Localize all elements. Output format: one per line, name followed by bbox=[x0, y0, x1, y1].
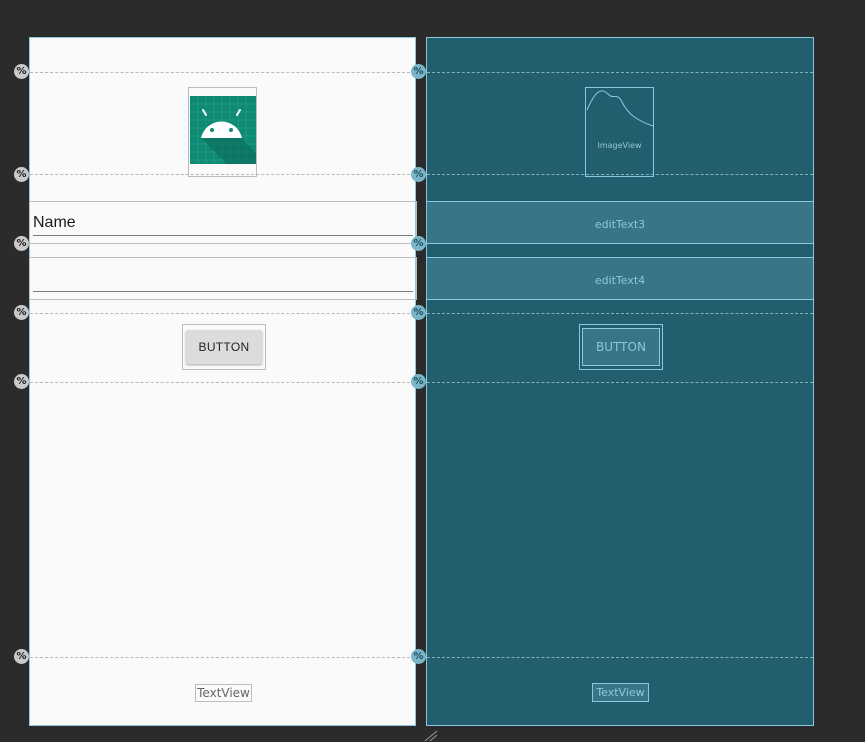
blueprint-button-label: BUTTON bbox=[596, 340, 646, 354]
guideline[interactable] bbox=[30, 72, 415, 73]
guideline[interactable] bbox=[30, 382, 415, 383]
blueprint-image-view[interactable]: ImageView bbox=[585, 87, 654, 177]
image-placeholder-icon bbox=[586, 90, 653, 127]
guideline[interactable] bbox=[30, 313, 415, 314]
percent-guideline-icon[interactable]: % bbox=[14, 167, 29, 182]
percent-guideline-icon[interactable]: % bbox=[14, 64, 29, 79]
guideline[interactable] bbox=[427, 382, 813, 383]
blueprint-edit-text-3[interactable]: editText3 bbox=[426, 201, 814, 244]
percent-guideline-icon[interactable]: % bbox=[14, 649, 29, 664]
blueprint-edit4-label: editText4 bbox=[594, 274, 646, 287]
blueprint-edit3-label: editText3 bbox=[594, 218, 646, 231]
edit-underline bbox=[33, 235, 413, 236]
percent-guideline-icon[interactable]: % bbox=[411, 167, 426, 182]
percent-guideline-icon[interactable]: % bbox=[411, 64, 426, 79]
percent-guideline-icon[interactable]: % bbox=[411, 305, 426, 320]
guideline[interactable] bbox=[427, 313, 813, 314]
blueprint-button-inner: BUTTON bbox=[582, 328, 660, 366]
blueprint-edit-text-4[interactable]: editText4 bbox=[426, 257, 814, 300]
blueprint-image-label: ImageView bbox=[597, 141, 642, 150]
image-view[interactable] bbox=[188, 87, 257, 177]
android-launcher-icon bbox=[190, 96, 256, 164]
name-edit-text[interactable]: Name bbox=[29, 201, 417, 244]
percent-guideline-icon[interactable]: % bbox=[411, 374, 426, 389]
resize-handle-icon[interactable] bbox=[424, 730, 438, 742]
second-edit-text[interactable] bbox=[29, 257, 417, 300]
text-view-label: TextView bbox=[197, 686, 250, 700]
guideline[interactable] bbox=[427, 657, 813, 658]
text-view[interactable]: TextView bbox=[195, 684, 252, 702]
percent-guideline-icon[interactable]: % bbox=[411, 649, 426, 664]
blueprint-text-view-label: TextView bbox=[596, 686, 645, 699]
blueprint-button[interactable]: BUTTON bbox=[579, 324, 663, 370]
blueprint-text-view[interactable]: TextView bbox=[592, 683, 649, 702]
guideline[interactable] bbox=[427, 72, 813, 73]
button-selection[interactable]: BUTTON bbox=[182, 324, 266, 370]
guideline[interactable] bbox=[30, 657, 415, 658]
name-edit-value: Name bbox=[33, 214, 76, 231]
percent-guideline-icon[interactable]: % bbox=[14, 305, 29, 320]
design-button[interactable]: BUTTON bbox=[186, 330, 262, 364]
edit-underline bbox=[33, 291, 413, 292]
percent-guideline-icon[interactable]: % bbox=[14, 236, 29, 251]
percent-guideline-icon[interactable]: % bbox=[411, 236, 426, 251]
percent-guideline-icon[interactable]: % bbox=[14, 374, 29, 389]
